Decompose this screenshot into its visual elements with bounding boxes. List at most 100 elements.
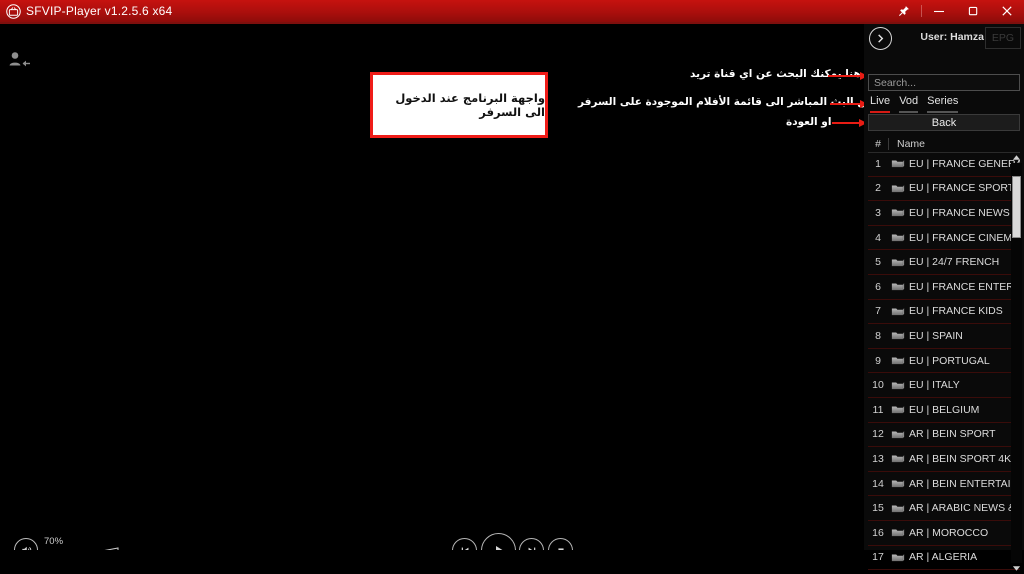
speaker-icon[interactable]: [14, 538, 38, 550]
panel-header: User: Hamza EPG: [864, 24, 1024, 50]
scroll-up-button[interactable]: [1011, 152, 1022, 163]
table-row[interactable]: 13 AR | BEIN SPORT 4K: [868, 447, 1020, 472]
scroll-up-icon: [1012, 155, 1021, 160]
scrollbar-thumb[interactable]: [1012, 176, 1021, 238]
row-name: AR | BEIN SPORT: [909, 428, 996, 441]
pin-button[interactable]: [887, 0, 921, 22]
row-number: 4: [875, 231, 881, 244]
table-row[interactable]: 4 EU | FRANCE CINEMA: [868, 226, 1020, 251]
user-logout-icon[interactable]: [6, 50, 34, 70]
close-icon: [1002, 6, 1012, 16]
row-name: EU | SPAIN: [909, 329, 963, 342]
row-name: EU | FRANCE NEWS: [909, 206, 1010, 219]
list-column-headers: # Name: [868, 135, 1020, 153]
table-row[interactable]: 14 AR | BEIN ENTERTAIN...: [868, 472, 1020, 497]
category-tabs[interactable]: Live Vod Series: [870, 95, 1022, 113]
folder-icon: [888, 404, 907, 415]
table-row[interactable]: 18AR | TUNISIA: [868, 570, 1020, 574]
callout-back-arrow: [832, 119, 868, 127]
folder-icon: [888, 207, 907, 218]
chevron-right-icon: [878, 34, 884, 43]
callout-tabs-arrow: [830, 100, 868, 108]
row-name: AR | MOROCCO: [909, 526, 989, 539]
tab-live-underline: [870, 111, 891, 113]
channel-panel[interactable]: User: Hamza EPG Search... Live Vod Serie…: [864, 24, 1024, 571]
folder-icon: [888, 478, 907, 489]
maximize-button[interactable]: [956, 0, 990, 22]
list-scrollbar[interactable]: [1011, 152, 1022, 574]
tab-vod-label: Vod: [899, 95, 919, 107]
minimize-button[interactable]: [922, 0, 956, 22]
row-name: EU | FRANCE SPORTS: [909, 182, 1020, 195]
row-number: 11: [872, 403, 884, 416]
scrollbar-track[interactable]: [1011, 163, 1022, 563]
table-row[interactable]: 11 EU | BELGIUM: [868, 398, 1020, 423]
row-number: 16: [872, 526, 884, 539]
previous-button[interactable]: [452, 538, 477, 550]
annotation-note-box: واجهة البرنامج عند الدخول الى السرفر: [370, 72, 548, 138]
folder-icon: [888, 453, 907, 464]
scroll-down-button[interactable]: [1011, 563, 1022, 574]
table-row[interactable]: 1 EU | FRANCE GENERAL: [868, 152, 1020, 177]
transport-controls[interactable]: [449, 532, 575, 550]
table-row[interactable]: 16 AR | MOROCCO: [868, 521, 1020, 546]
column-header-name: Name: [897, 137, 926, 150]
callout-back-text: او العودة: [786, 116, 832, 128]
table-row[interactable]: 17 AR | ALGERIA: [868, 546, 1020, 571]
row-name: EU | FRANCE CINEMA: [909, 231, 1020, 244]
row-number: 13: [872, 452, 884, 465]
folder-icon: [888, 503, 907, 514]
row-number: 9: [875, 354, 881, 367]
stop-icon: [557, 547, 564, 550]
back-button[interactable]: Back: [868, 114, 1020, 131]
row-number: 5: [875, 256, 881, 269]
folder-icon: [888, 281, 907, 292]
folder-icon: [888, 429, 907, 440]
folder-icon: [888, 257, 907, 268]
table-row[interactable]: 10 EU | ITALY: [868, 373, 1020, 398]
close-button[interactable]: [990, 0, 1024, 22]
row-number: 12: [872, 428, 884, 441]
table-row[interactable]: 2 EU | FRANCE SPORTS: [868, 177, 1020, 202]
table-row[interactable]: 15 AR | ARABIC NEWS &...: [868, 496, 1020, 521]
scroll-down-icon: [1012, 566, 1021, 571]
folder-icon: [888, 158, 907, 169]
row-number: 6: [875, 280, 881, 293]
play-button[interactable]: [481, 533, 516, 550]
channel-list[interactable]: 1 EU | FRANCE GENERAL 2 EU | FRANCE SPORTS 3…: [868, 152, 1020, 574]
title-bar-separator: [921, 5, 922, 17]
volume-control[interactable]: 70%: [14, 536, 124, 550]
folder-icon: [888, 355, 907, 366]
search-input[interactable]: Search...: [868, 74, 1020, 91]
row-name: AR | ALGERIA: [909, 551, 978, 564]
row-number: 14: [872, 477, 884, 490]
tab-vod[interactable]: Vod: [899, 95, 919, 113]
row-number: 7: [875, 305, 881, 318]
stop-button[interactable]: [548, 538, 573, 550]
table-row[interactable]: 6 EU | FRANCE ENTERTAI...: [868, 275, 1020, 300]
row-name: EU | 24/7 FRENCH: [909, 256, 1000, 269]
folder-icon: [888, 330, 907, 341]
table-row[interactable]: 12 AR | BEIN SPORT: [868, 423, 1020, 448]
play-icon: [495, 545, 503, 550]
table-row[interactable]: 7 EU | FRANCE KIDS: [868, 300, 1020, 325]
next-button[interactable]: [519, 538, 544, 550]
table-row[interactable]: 9 EU | PORTUGAL: [868, 349, 1020, 374]
pin-icon: [899, 6, 909, 16]
table-row[interactable]: 5 EU | 24/7 FRENCH: [868, 250, 1020, 275]
volume-percent: 70%: [44, 536, 64, 547]
tab-series-label: Series: [927, 95, 959, 107]
tab-live[interactable]: Live: [870, 95, 891, 113]
row-number: 17: [872, 551, 884, 564]
row-number: 15: [872, 502, 884, 515]
tab-series-underline: [927, 111, 959, 113]
row-name: EU | ITALY: [909, 379, 960, 392]
row-name: EU | FRANCE ENTERTAI...: [909, 280, 1020, 293]
row-name: AR | BEIN SPORT 4K: [909, 452, 1012, 465]
tab-vod-underline: [899, 111, 919, 113]
tab-series[interactable]: Series: [927, 95, 959, 113]
collapse-panel-button[interactable]: [869, 27, 892, 50]
table-row[interactable]: 8 EU | SPAIN: [868, 324, 1020, 349]
epg-button[interactable]: EPG: [985, 27, 1021, 49]
table-row[interactable]: 3 EU | FRANCE NEWS: [868, 201, 1020, 226]
